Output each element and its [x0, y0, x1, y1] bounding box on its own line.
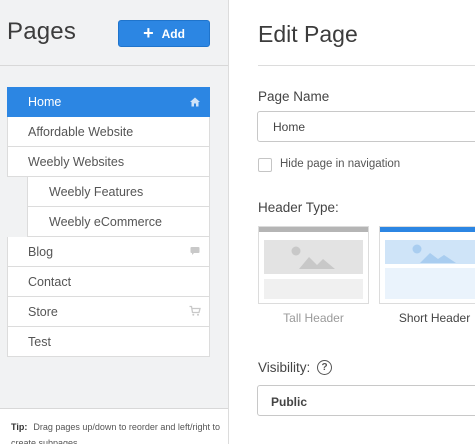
- edit-page-title: Edit Page: [258, 21, 358, 47]
- comment-icon: [190, 247, 200, 255]
- page-item-affordable-website[interactable]: Affordable Website: [7, 117, 210, 147]
- pages-header: Pages + Add: [0, 0, 228, 66]
- page-item-label: Contact: [28, 274, 72, 289]
- page-item-test[interactable]: Test: [7, 327, 210, 357]
- tip-box: Tip: Drag pages up/down to reorder and le…: [0, 408, 228, 444]
- page-list: Home Affordable Website Weebly Websites …: [7, 87, 210, 357]
- tall-header-option[interactable]: [258, 226, 369, 304]
- edit-page-panel: Edit Page Page Name Hide page in navigat…: [229, 0, 475, 444]
- page-item-blog[interactable]: Blog: [7, 237, 210, 267]
- page-item-weebly-ecommerce[interactable]: Weebly eCommerce: [27, 207, 210, 237]
- help-icon[interactable]: ?: [317, 360, 332, 375]
- page-item-label: Weebly eCommerce: [49, 214, 163, 229]
- page-item-home[interactable]: Home: [7, 87, 210, 117]
- page-item-label: Weebly Features: [49, 184, 144, 199]
- short-header-caption: Short Header: [398, 311, 471, 325]
- cart-icon: [189, 305, 201, 316]
- hide-page-checkbox[interactable]: [258, 158, 272, 172]
- page-name-label: Page Name: [258, 89, 330, 104]
- home-icon: [190, 97, 200, 107]
- page-item-weebly-websites[interactable]: Weebly Websites: [7, 147, 210, 177]
- tip-label: Tip:: [11, 422, 28, 432]
- plus-icon: +: [143, 22, 154, 43]
- header-type-label: Header Type:: [258, 200, 339, 215]
- page-item-contact[interactable]: Contact: [7, 267, 210, 297]
- page-item-label: Store: [28, 304, 58, 319]
- tall-header-thumbnail: [259, 227, 368, 299]
- short-header-option[interactable]: [379, 226, 475, 304]
- tall-header-caption: Tall Header: [283, 311, 344, 325]
- page-item-store[interactable]: Store: [7, 297, 210, 327]
- hide-page-label: Hide page in navigation: [280, 158, 401, 170]
- page-name-input[interactable]: [257, 111, 475, 142]
- tip-text: Drag pages up/down to reorder and left/r…: [11, 422, 220, 444]
- page-item-label: Affordable Website: [28, 124, 134, 139]
- visibility-select[interactable]: Public: [257, 385, 475, 416]
- page-item-weebly-features[interactable]: Weebly Features: [27, 177, 210, 207]
- pages-panel: Pages + Add Home Affordable Website Weeb…: [0, 0, 229, 444]
- page-item-label: Weebly Websites: [28, 154, 125, 169]
- visibility-label: Visibility:: [258, 360, 311, 375]
- pages-title: Pages: [7, 18, 77, 45]
- add-page-label: Add: [161, 26, 185, 41]
- page-item-label: Blog: [28, 244, 54, 259]
- divider: [258, 65, 475, 66]
- page-item-label: Test: [28, 334, 51, 349]
- add-page-button[interactable]: + Add: [118, 20, 210, 47]
- page-item-label: Home: [28, 95, 62, 109]
- short-header-thumbnail: [380, 227, 475, 299]
